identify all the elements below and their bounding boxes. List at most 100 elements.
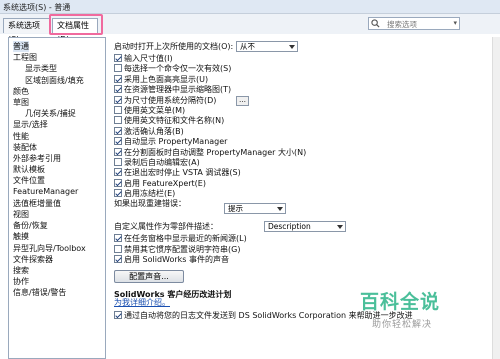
- window-title: 系统选项(S) - 普通: [3, 3, 71, 12]
- checkbox[interactable]: [114, 54, 122, 62]
- watermark-title: 百科全说: [360, 291, 441, 313]
- tab-system-options[interactable]: 系统选项(S): [3, 18, 51, 44]
- custom-prop-select[interactable]: Description: [264, 221, 346, 232]
- more-info-link[interactable]: 为我详细介绍。: [114, 297, 170, 308]
- checkbox-row[interactable]: 使用英文特征和文件名称(N): [114, 115, 224, 126]
- tree-item[interactable]: 工程图: [13, 52, 37, 63]
- checkbox-label: 每选择一个命令仅一次有效(S): [124, 64, 232, 74]
- checkbox[interactable]: [114, 116, 122, 125]
- tree-item[interactable]: 装配体: [13, 142, 37, 153]
- checkbox-label: 禁用其它惯序配置说明字符串(G): [124, 244, 241, 254]
- checkbox-row[interactable]: 禁用其它惯序配置说明字符串(G): [114, 244, 240, 255]
- checkbox-label: 使用英文菜单(M): [124, 106, 186, 115]
- main-scrollbar[interactable]: [492, 37, 500, 359]
- checkbox-row[interactable]: 使用英文菜单(M): [114, 105, 185, 116]
- checkbox-row[interactable]: 录制后自动编辑宏(A): [114, 157, 200, 168]
- tree-item[interactable]: 选值框增量值: [13, 198, 61, 209]
- tree-item[interactable]: 视图: [13, 209, 29, 220]
- configure-sounds-button[interactable]: 配置声音...: [114, 270, 184, 283]
- tree-item[interactable]: 触摸: [13, 231, 29, 242]
- checkbox-label: 启用 SolidWorks 事件的声音: [124, 255, 230, 265]
- checkbox[interactable]: [114, 85, 122, 94]
- checkbox-label: 在退出宏时停止 VSTA 调试器(S): [124, 168, 241, 178]
- checkbox-row[interactable]: 在资源管理器中显示缩略图(T): [114, 84, 231, 95]
- checkbox-label: 录制后自动编辑宏(A): [124, 158, 200, 167]
- rebuild-error-label: 如果出现重建错误：: [114, 199, 186, 208]
- checkbox[interactable]: [114, 178, 122, 187]
- checkbox[interactable]: [114, 158, 122, 166]
- checkbox[interactable]: [114, 147, 122, 156]
- watermark-subtitle: 助你轻松解决: [372, 320, 433, 330]
- chevron-down-icon: [289, 45, 295, 49]
- checkbox-row[interactable]: 每选择一个命令仅一次有效(S): [114, 63, 231, 74]
- open-last-doc-value: 从不: [240, 42, 255, 51]
- checkbox-row[interactable]: 采用上色面高亮显示(U): [114, 74, 208, 85]
- tree-item[interactable]: 显示/选择: [13, 119, 48, 130]
- checkbox[interactable]: [114, 255, 122, 264]
- tree-item[interactable]: 文件探索器: [13, 254, 53, 265]
- tree-item[interactable]: 文件位置: [13, 175, 45, 186]
- options-tree: 普通 工程图 显示类型 区域剖面线/填充 颜色 草图 几何关系/捕捉 显示/选择 性能 装配体 外部…: [8, 37, 106, 359]
- tree-item[interactable]: 异型孔向导/Toolbox: [13, 243, 86, 254]
- rebuild-error-value: 提示: [228, 204, 243, 213]
- checkbox-label: 在任务窗格中显示最近的新闻源(L): [124, 234, 247, 243]
- checkbox[interactable]: [114, 137, 122, 146]
- checkbox-label: 使用英文特征和文件名称(N): [124, 116, 225, 126]
- checkbox-row[interactable]: 输入尺寸值(I): [114, 53, 173, 64]
- checkbox-row[interactable]: 在退出宏时停止 VSTA 调试器(S): [114, 167, 241, 178]
- tree-item[interactable]: 显示类型: [25, 63, 57, 74]
- search-box[interactable]: 搜索选项 ▾: [368, 17, 460, 30]
- search-icon: [371, 19, 380, 28]
- tree-item[interactable]: 几何关系/捕捉: [25, 108, 76, 119]
- checkbox-row[interactable]: 自动显示 PropertyManager: [114, 136, 227, 147]
- checkbox-row[interactable]: 启用 FeatureXpert(E): [114, 178, 206, 189]
- tree-item[interactable]: 普通: [13, 41, 29, 52]
- tree-item[interactable]: 外部参考引用: [13, 153, 61, 164]
- open-last-doc-select[interactable]: 从不: [236, 41, 298, 52]
- tree-item[interactable]: 草图: [13, 97, 29, 108]
- tree-item[interactable]: 颜色: [13, 86, 29, 97]
- checkbox-row[interactable]: 在分割面板时自动调整 PropertyManager 大小(N): [114, 147, 306, 158]
- custom-prop-value: Description: [268, 222, 311, 231]
- chevron-down-icon[interactable]: ▾: [453, 19, 457, 27]
- checkbox[interactable]: [114, 168, 122, 177]
- checkbox-label: 自动显示 PropertyManager: [124, 137, 228, 147]
- search-placeholder: 搜索选项: [387, 20, 417, 29]
- checkbox[interactable]: [114, 74, 122, 83]
- tree-item[interactable]: 默认模板: [13, 164, 45, 175]
- checkbox-label: 启用冻结栏(E): [124, 189, 176, 199]
- chevron-down-icon: [277, 207, 283, 211]
- checkbox[interactable]: [114, 126, 122, 135]
- tree-item[interactable]: 信息/错误/警告: [13, 287, 66, 298]
- checkbox[interactable]: [114, 106, 122, 114]
- custom-prop-label: 自定义属性作为零部件描述：: [114, 222, 218, 231]
- tree-item[interactable]: 搜索: [13, 265, 29, 276]
- checkbox-row[interactable]: 启用 SolidWorks 事件的声音: [114, 254, 229, 265]
- checkbox-label: 启用 FeatureXpert(E): [124, 178, 206, 188]
- checkbox[interactable]: [114, 244, 122, 253]
- tree-item[interactable]: 性能: [13, 131, 29, 142]
- tree-item[interactable]: 备份/恢复: [13, 220, 48, 231]
- checkbox[interactable]: [114, 189, 122, 198]
- checkbox-row[interactable]: 在任务窗格中显示最近的新闻源(L): [114, 233, 247, 244]
- checkbox-row[interactable]: 激活确认角落(B): [114, 126, 184, 137]
- checkbox-label: 为尺寸使用系统分隔符(D): [124, 95, 217, 105]
- checkbox[interactable]: [114, 64, 122, 73]
- checkbox-label: 采用上色面高亮显示(U): [124, 74, 209, 84]
- watermark-logo: 百科全说 助你轻松解决: [360, 287, 480, 333]
- send-logs-checkbox[interactable]: [114, 311, 122, 319]
- checkbox-label: 激活确认角落(B): [124, 126, 184, 136]
- checkbox-row[interactable]: 为尺寸使用系统分隔符(D): [114, 95, 216, 106]
- document-properties-highlight: [49, 14, 103, 35]
- title-bar: 系统选项(S) - 普通: [0, 0, 500, 14]
- rebuild-error-select[interactable]: 提示: [224, 203, 286, 214]
- separator-options-button[interactable]: …: [236, 96, 249, 106]
- checkbox-label: 输入尺寸值(I): [124, 54, 173, 63]
- tree-item[interactable]: FeatureManager: [13, 187, 78, 196]
- checkbox[interactable]: [114, 234, 122, 242]
- chevron-down-icon: [337, 225, 343, 229]
- tree-item[interactable]: 协作: [13, 276, 29, 287]
- tree-item[interactable]: 区域剖面线/填充: [25, 75, 84, 86]
- checkbox[interactable]: [114, 95, 122, 104]
- open-last-doc-label: 启动时打开上次所使用的文档(O):: [114, 42, 234, 51]
